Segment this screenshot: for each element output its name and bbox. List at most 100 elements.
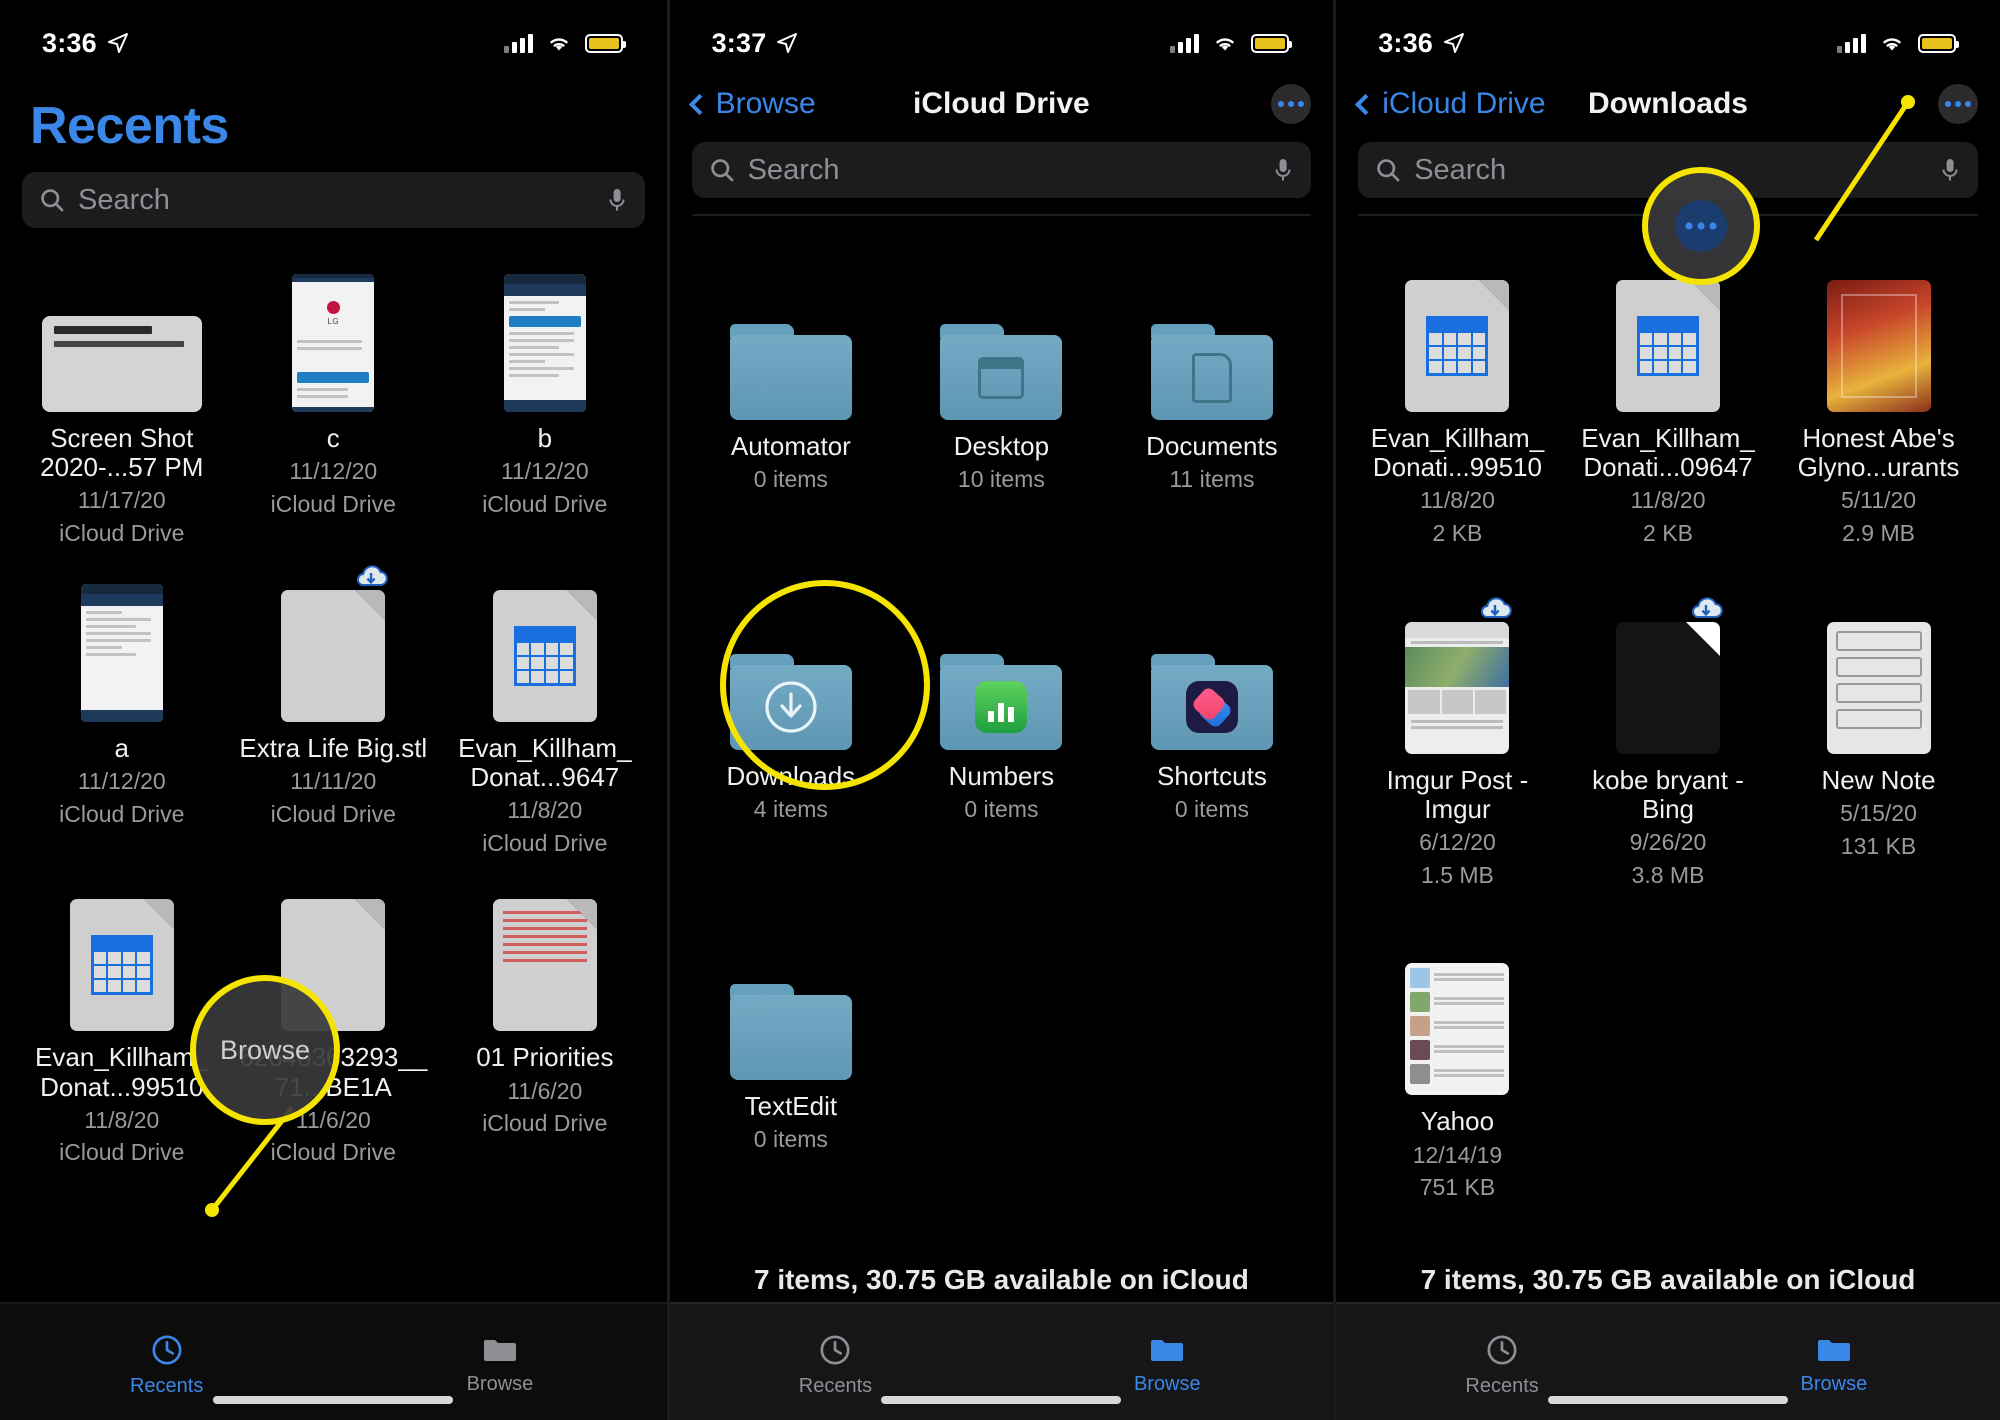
file-size: 2.9 MB: [1842, 519, 1915, 546]
clock-icon: [820, 1334, 851, 1365]
file-item[interactable]: 01 Priorities 11/6/20 iCloud Drive: [439, 861, 651, 1167]
folder-item[interactable]: Automator 0 items: [686, 250, 897, 494]
wifi-icon: [1883, 37, 1901, 50]
folder-name: Shortcuts: [1157, 760, 1267, 791]
search-icon: [710, 159, 733, 182]
file-name: New Note: [1821, 764, 1936, 795]
folder-shortcuts: [1150, 592, 1273, 750]
icloud-download-icon: [1481, 597, 1513, 618]
folder-name: Documents: [1146, 431, 1278, 461]
cellular-bars-icon: [1836, 33, 1866, 53]
search-input[interactable]: Search: [22, 172, 645, 228]
file-date: 11/8/20: [1419, 487, 1495, 514]
more-ellipsis-button[interactable]: [1937, 84, 1978, 124]
file-size: 3.8 MB: [1631, 861, 1705, 888]
file-item[interactable]: Extra Life Big.stl 11/11/20 iCloud Drive: [228, 552, 440, 858]
numbers-spreadsheet: [69, 873, 174, 1032]
back-button[interactable]: iCloud Drive: [1355, 87, 1546, 121]
file-item[interactable]: Imgur Post - Imgur 6/12/20 1.5 MB: [1352, 584, 1563, 890]
search-section: Search: [670, 136, 1334, 216]
file-item[interactable]: Yahoo 12/14/19 751 KB: [1352, 925, 1563, 1202]
file-location: iCloud Drive: [270, 490, 396, 517]
folder-item-count: 0 items: [753, 1125, 828, 1152]
file-name: Honest Abe's Glyno...urants: [1797, 423, 1960, 483]
file-item[interactable]: Evan_Killham_Donat...9647 11/8/20 iCloud…: [439, 552, 651, 858]
file-date: 11/11/20: [290, 767, 377, 794]
wifi-icon: [549, 37, 568, 50]
file-location: iCloud Drive: [482, 1110, 608, 1137]
location-arrow-icon: [1444, 33, 1465, 53]
status-bar: 3:36: [0, 0, 667, 72]
dark-webpage-cloud: [1615, 596, 1723, 754]
folder-name: TextEdit: [744, 1090, 838, 1121]
tab-label: Recents: [798, 1374, 873, 1397]
microphone-icon[interactable]: [1271, 156, 1295, 184]
nav-title: Downloads: [1587, 87, 1748, 120]
file-size: 2 KB: [1432, 519, 1483, 546]
file-name: b: [537, 423, 553, 453]
status-bar: 3:36: [1336, 0, 2000, 72]
file-item[interactable]: New Note 5/15/20 131 KB: [1773, 584, 1984, 890]
nav-title: iCloud Drive: [913, 87, 1090, 120]
file-location: iCloud Drive: [482, 829, 608, 856]
search-input[interactable]: Search: [691, 142, 1312, 198]
folder-item[interactable]: TextEdit 0 items: [686, 910, 897, 1154]
file-date: 11/8/20: [84, 1106, 160, 1133]
file-location: iCloud Drive: [59, 800, 185, 827]
clock-icon: [152, 1334, 182, 1365]
yahoo-webpage: [1405, 937, 1510, 1096]
news-webpage-cloud: [1405, 596, 1513, 754]
tab-label: Recents: [1465, 1374, 1539, 1397]
file-name: kobe bryant - Bing: [1592, 764, 1744, 824]
file-size: 1.5 MB: [1421, 861, 1494, 888]
more-ellipsis-button[interactable]: [1271, 84, 1312, 124]
file-date: 5/11/20: [1841, 487, 1917, 514]
folder-icon: [483, 1339, 516, 1361]
file-item[interactable]: Evan_Killham_Donati...99510 11/8/20 2 KB: [1352, 242, 1563, 548]
file-item[interactable]: Honest Abe's Glyno...urants 5/11/20 2.9 …: [1773, 242, 1984, 548]
file-item[interactable]: b 11/12/20 iCloud Drive: [439, 242, 651, 548]
file-item[interactable]: Evan_Killham_Donati...09647 11/8/20 2 KB: [1563, 242, 1774, 548]
search-section: Search: [0, 166, 667, 228]
status-indicators: [1170, 33, 1293, 54]
home-indicator: [1547, 1396, 1788, 1404]
numbers-app-icon: [975, 681, 1028, 734]
file-item[interactable]: Screen Shot 2020-...57 PM 11/17/20 iClou…: [16, 242, 228, 548]
folder-icon: [1151, 1339, 1184, 1361]
icloud-download-icon: [357, 565, 389, 586]
file-item[interactable]: kobe bryant - Bing 9/26/20 3.8 MB: [1563, 584, 1774, 890]
browse-callout: Browse: [190, 975, 340, 1125]
file-date: 11/17/20: [77, 487, 166, 514]
window-icon: [978, 356, 1025, 399]
file-item[interactable]: LG c 11/12/20 iCloud Drive: [228, 242, 440, 548]
phone-screenshot-lg-login: LG: [292, 254, 375, 412]
status-indicators: [1836, 33, 1959, 54]
numbers-spreadsheet: [492, 564, 597, 722]
more-button-callout: [1642, 167, 1761, 285]
home-indicator: [213, 1396, 454, 1404]
file-item[interactable]: a 11/12/20 iCloud Drive: [16, 552, 228, 858]
microphone-icon[interactable]: [605, 186, 629, 214]
panel-icloud-drive: 3:37 Browse iCloud Drive Search Automato…: [666, 0, 1334, 1420]
folder-item[interactable]: Desktop 10 items: [896, 250, 1107, 494]
tab-label: Browse: [1133, 1372, 1201, 1395]
text-document-red: [492, 873, 597, 1032]
folder-numbers: [940, 592, 1063, 750]
file-name: Evan_Killham_Donati...09647: [1581, 423, 1755, 483]
folder-item[interactable]: Documents 11 items: [1107, 250, 1318, 494]
folder-name: Desktop: [953, 431, 1050, 461]
search-icon: [41, 189, 64, 212]
back-button[interactable]: Browse: [688, 87, 816, 121]
file-date: 5/15/20: [1840, 799, 1917, 826]
folder-item[interactable]: Shortcuts 0 items: [1107, 580, 1318, 824]
file-name: a: [114, 732, 129, 763]
search-placeholder: Search: [78, 183, 170, 216]
more-ellipsis-icon: [1944, 101, 1951, 107]
folder-item-count: 0 items: [1174, 795, 1249, 822]
file-date: 6/12/20: [1419, 828, 1496, 855]
status-time: 3:36: [42, 27, 97, 58]
file-name: Yahoo: [1420, 1106, 1495, 1137]
status-time: 3:37: [711, 27, 767, 58]
home-indicator: [881, 1396, 1122, 1404]
three-panel-screenshot: 3:36 Recents Search Screen Shot 2020-...…: [0, 0, 2000, 1420]
